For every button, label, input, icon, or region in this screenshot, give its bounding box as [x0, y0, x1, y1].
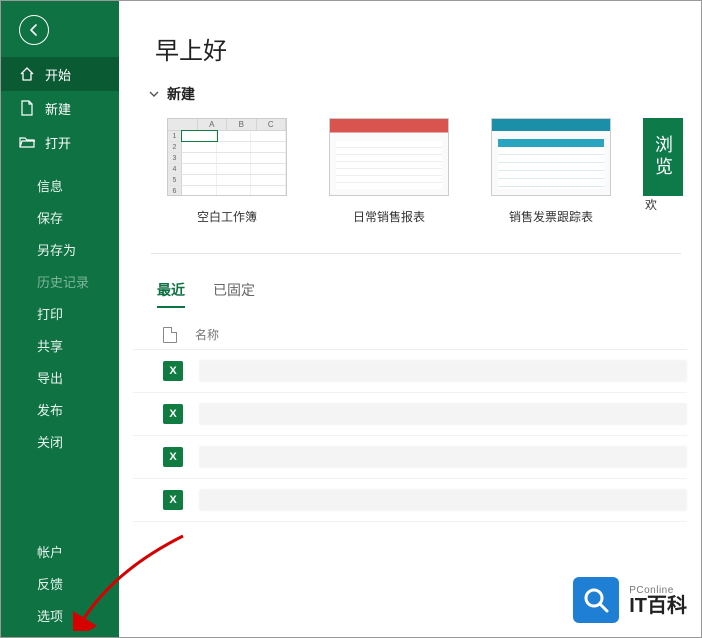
folder-open-icon [19, 134, 35, 150]
chevron-down-icon [149, 89, 159, 99]
nav-feedback[interactable]: 反馈 [1, 567, 119, 599]
new-section-toggle[interactable]: 新建 [149, 84, 687, 104]
nav-history: 历史记录 [1, 265, 119, 297]
backstage-main: 早上好 新建 ABC 1 2 3 4 5 6 空白工作簿 日常销售报表 销售发票… [119, 1, 701, 637]
watermark-title: IT百科 [629, 596, 687, 616]
nav-home[interactable]: 开始 [1, 57, 119, 91]
nav-new[interactable]: 新建 [1, 91, 119, 125]
excel-file-icon [163, 404, 183, 424]
column-name: 名称 [195, 326, 219, 343]
nav-open[interactable]: 打开 [1, 125, 119, 159]
divider [151, 253, 681, 254]
template-daily-sales[interactable]: 日常销售报表 [319, 118, 459, 225]
file-name-redacted [199, 489, 687, 511]
magnifier-icon [573, 577, 619, 623]
recent-file-row[interactable] [133, 479, 687, 522]
excel-file-icon [163, 490, 183, 510]
template-label: 欢 [645, 196, 683, 213]
file-name-redacted [199, 403, 687, 425]
nav-export[interactable]: 导出 [1, 361, 119, 393]
recent-file-row[interactable] [133, 350, 687, 393]
template-invoice-tracker[interactable]: 销售发票跟踪表 [481, 118, 621, 225]
home-icon [19, 66, 35, 82]
template-blank-workbook[interactable]: ABC 1 2 3 4 5 6 空白工作簿 [157, 118, 297, 225]
excel-file-icon [163, 447, 183, 467]
recent-tabs: 最近 已固定 [133, 280, 687, 308]
template-browse-more[interactable]: 浏览 欢 [643, 118, 683, 225]
file-name-redacted [199, 446, 687, 468]
nav-label: 开始 [45, 65, 71, 84]
template-row: ABC 1 2 3 4 5 6 空白工作簿 日常销售报表 销售发票跟踪表 浏览 … [133, 118, 687, 225]
greeting-heading: 早上好 [155, 31, 687, 66]
nav-share[interactable]: 共享 [1, 329, 119, 361]
recent-file-row[interactable] [133, 393, 687, 436]
excel-file-icon [163, 361, 183, 381]
nav-save[interactable]: 保存 [1, 201, 119, 233]
template-label: 日常销售报表 [319, 208, 459, 225]
nav-options[interactable]: 选项 [1, 599, 119, 631]
nav-close[interactable]: 关闭 [1, 425, 119, 457]
backstage-sidebar: 开始 新建 打开 信息 保存 另存为 历史记录 打印 共享 导出 发布 关闭 帐… [1, 1, 119, 637]
file-name-redacted [199, 360, 687, 382]
list-header: 名称 [133, 320, 687, 350]
nav-label: 新建 [45, 99, 71, 118]
template-label: 销售发票跟踪表 [481, 208, 621, 225]
nav-label: 打开 [45, 133, 71, 152]
nav-saveas[interactable]: 另存为 [1, 233, 119, 265]
nav-print[interactable]: 打印 [1, 297, 119, 329]
nav-info[interactable]: 信息 [1, 169, 119, 201]
watermark-subtitle: PConline [629, 585, 687, 596]
nav-account[interactable]: 帐户 [1, 535, 119, 567]
document-icon [163, 327, 177, 343]
tab-recent[interactable]: 最近 [157, 280, 185, 308]
tab-pinned[interactable]: 已固定 [213, 280, 255, 308]
back-button[interactable] [19, 15, 49, 45]
template-label: 空白工作簿 [157, 208, 297, 225]
arrow-left-icon [26, 22, 42, 38]
recent-file-row[interactable] [133, 436, 687, 479]
watermark-logo: PConline IT百科 [573, 577, 687, 623]
document-icon [19, 100, 35, 116]
nav-publish[interactable]: 发布 [1, 393, 119, 425]
